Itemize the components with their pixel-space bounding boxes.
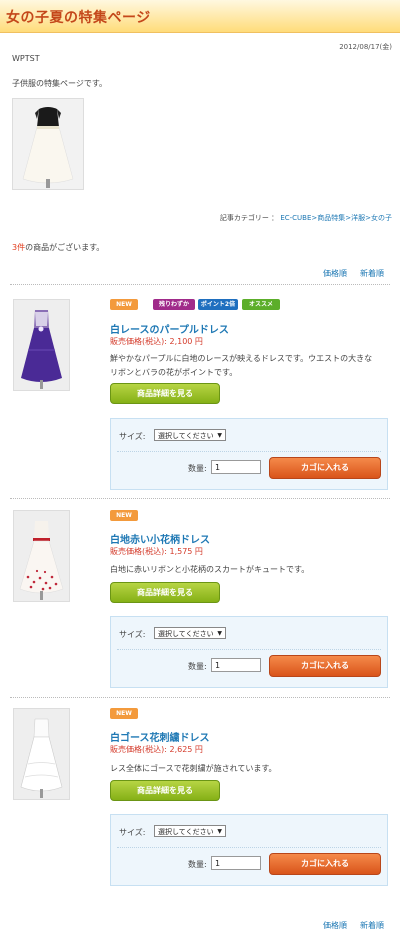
divider	[10, 697, 390, 698]
size-label: サイズ:	[119, 432, 146, 441]
badge-recommended: オススメ	[242, 299, 280, 310]
cart-form: サイズ: 選択してください ▼ 数量: 1 カゴに入れる	[110, 616, 388, 688]
product-thumbnail[interactable]	[13, 299, 70, 391]
intro-text: 子供服の特集ページです。	[12, 79, 108, 88]
description-line: リボンとバラの花がポイントです。	[110, 368, 238, 377]
main-dress-image	[12, 98, 84, 190]
badge-double-points: ポイント2倍	[198, 299, 238, 310]
sort-new-link[interactable]: 新着順	[360, 920, 384, 931]
size-label: サイズ:	[119, 828, 146, 837]
page-header: 女の子夏の特集ページ	[0, 0, 400, 33]
size-select[interactable]: 選択してください ▼	[154, 429, 226, 441]
quantity-label: 数量:	[188, 860, 207, 869]
page-title: 女の子夏の特集ページ	[6, 10, 151, 26]
product-price: 販売価格(税込): 1,575 円	[110, 546, 203, 557]
price-value: 1,575 円	[169, 547, 203, 556]
product-detail-button[interactable]: 商品詳細を見る	[110, 780, 220, 801]
result-count: 3件の商品がございます。	[12, 242, 104, 253]
size-select[interactable]: 選択してください ▼	[154, 825, 226, 837]
size-select-value: 選択してください	[158, 828, 214, 836]
product-thumbnail[interactable]	[13, 708, 70, 800]
divider	[117, 847, 381, 848]
divider	[117, 649, 381, 650]
quantity-input[interactable]: 1	[211, 460, 261, 474]
chevron-down-icon: ▼	[217, 432, 222, 439]
cart-form: サイズ: 選択してください ▼ 数量: 1 カゴに入れる	[110, 814, 388, 886]
price-label: 販売価格(税込):	[110, 547, 167, 556]
size-select[interactable]: 選択してください ▼	[154, 627, 226, 639]
price-value: 2,625 円	[169, 745, 203, 754]
quantity-input[interactable]: 1	[211, 856, 261, 870]
product-detail-button[interactable]: 商品詳細を見る	[110, 383, 220, 404]
price-value: 2,100 円	[169, 337, 203, 346]
divider	[10, 498, 390, 499]
price-label: 販売価格(税込):	[110, 337, 167, 346]
badge-new: NEW	[110, 708, 138, 719]
product-thumbnail[interactable]	[13, 510, 70, 602]
product-name-link[interactable]: 白レースのパープルドレス	[110, 321, 229, 336]
add-to-cart-button[interactable]: カゴに入れる	[269, 655, 381, 677]
product-price: 販売価格(税込): 2,625 円	[110, 744, 203, 755]
description-line: 鮮やかなパープルに白地のレースが映えるドレスです。ウエストの大きな	[110, 354, 373, 363]
quantity-input[interactable]: 1	[211, 658, 261, 672]
product-price: 販売価格(税込): 2,100 円	[110, 336, 203, 347]
sort-new-link[interactable]: 新着順	[360, 268, 384, 279]
add-to-cart-button[interactable]: カゴに入れる	[269, 457, 381, 479]
badge-new: NEW	[110, 299, 138, 310]
article-category: 記事カテゴリー ： EC-CUBE>商品特集>洋服>女の子	[219, 214, 392, 222]
chevron-down-icon: ▼	[217, 828, 222, 835]
product-detail-button[interactable]: 商品詳細を見る	[110, 582, 220, 603]
post-date: 2012/08/17(金)	[339, 43, 392, 51]
description-line: レス全体にゴースで花刺繍が施されています。	[110, 764, 277, 773]
sort-price-link[interactable]: 価格順	[323, 268, 347, 279]
sort-price-link[interactable]: 価格順	[323, 920, 347, 931]
result-count-number: 3件	[12, 243, 26, 252]
description-line: 白地に赤いリボンと小花柄のスカートがキュートです。	[110, 565, 310, 574]
product-name-link[interactable]: 白ゴース花刺繍ドレス	[110, 729, 210, 744]
badge-limited: 残りわずか	[153, 299, 195, 310]
quantity-label: 数量:	[188, 464, 207, 473]
product-name-link[interactable]: 白地赤い小花柄ドレス	[110, 531, 210, 546]
author-name: WPTST	[12, 54, 40, 63]
add-to-cart-button[interactable]: カゴに入れる	[269, 853, 381, 875]
price-label: 販売価格(税込):	[110, 745, 167, 754]
product-description: レス全体にゴースで花刺繍が施されています。	[110, 762, 390, 776]
quantity-label: 数量:	[188, 662, 207, 671]
size-label: サイズ:	[119, 630, 146, 639]
divider	[10, 284, 390, 285]
category-path-link[interactable]: EC-CUBE>商品特集>洋服>女の子	[280, 214, 392, 222]
product-description: 鮮やかなパープルに白地のレースが映えるドレスです。ウエストの大きな リボンとバラ…	[110, 352, 390, 380]
chevron-down-icon: ▼	[217, 630, 222, 637]
cart-form: サイズ: 選択してください ▼ 数量: 1 カゴに入れる	[110, 418, 388, 490]
badge-new: NEW	[110, 510, 138, 521]
divider	[117, 451, 381, 452]
size-select-value: 選択してください	[158, 432, 214, 440]
result-count-text: の商品がございます。	[25, 243, 105, 252]
product-description: 白地に赤いリボンと小花柄のスカートがキュートです。	[110, 563, 390, 577]
size-select-value: 選択してください	[158, 630, 214, 638]
category-label: 記事カテゴリー	[219, 214, 269, 222]
